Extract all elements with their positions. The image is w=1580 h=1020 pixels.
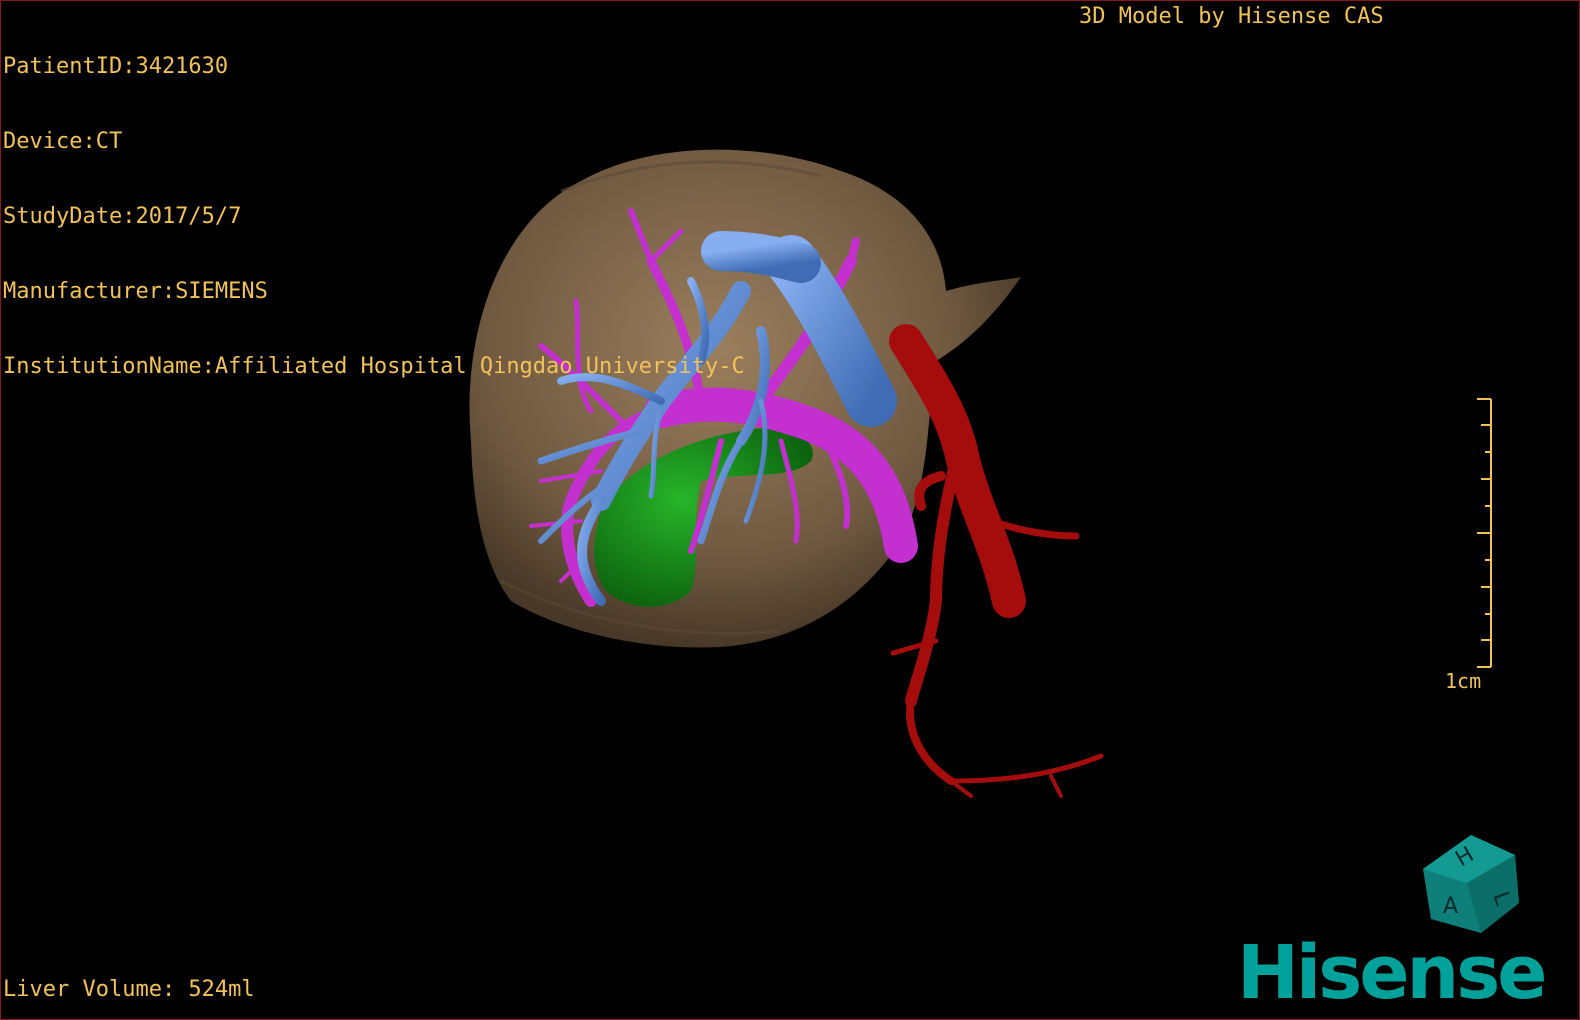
liver-volume-readout: Liver Volume: 524ml xyxy=(3,977,255,1002)
hisense-logo: Hisense xyxy=(1237,930,1547,1016)
manufacturer: Manufacturer:SIEMENS xyxy=(3,279,268,304)
cube-face-front-label: A xyxy=(1443,894,1458,919)
model-credit: 3D Model by Hisense CAS xyxy=(1079,4,1384,29)
institution-name: InstitutionName:Affiliated Hospital Qing… xyxy=(3,354,745,379)
patient-id: PatientID:3421630 xyxy=(3,54,229,79)
scale-bar-label: 1cm xyxy=(1445,669,1482,693)
patient-info-overlay: PatientID:3421630 Device:CT StudyDate:20… xyxy=(3,4,745,429)
scale-bar xyxy=(1477,398,1492,668)
orientation-cube-icon[interactable]: H L A xyxy=(1419,833,1523,937)
3d-viewport[interactable]: PatientID:3421630 Device:CT StudyDate:20… xyxy=(0,0,1580,1020)
study-date: StudyDate:2017/5/7 xyxy=(3,204,242,229)
device: Device:CT xyxy=(3,129,123,154)
